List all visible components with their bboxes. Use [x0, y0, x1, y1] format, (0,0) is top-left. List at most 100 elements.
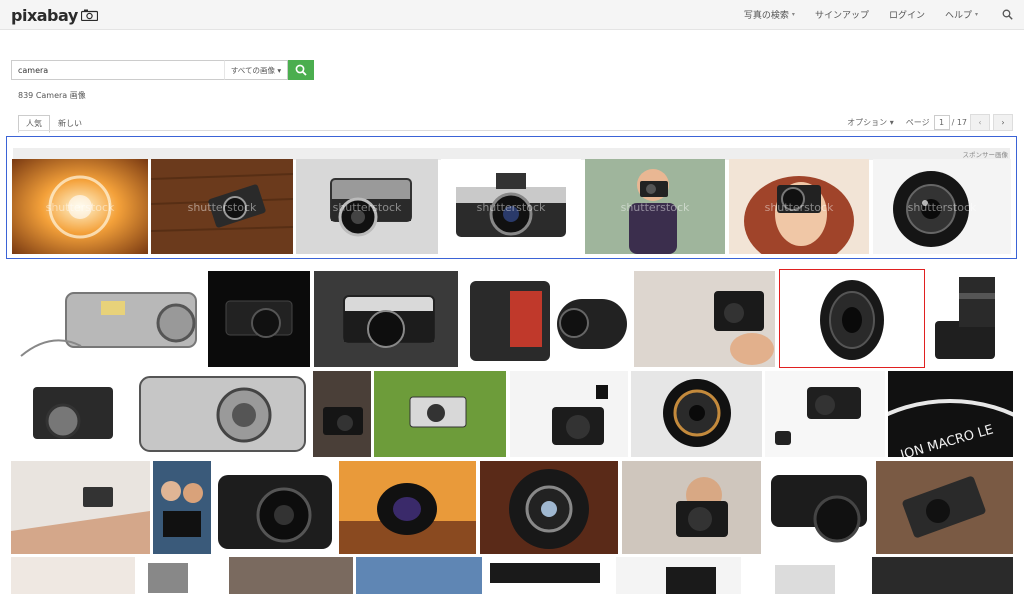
- camera-logo-icon: [80, 9, 98, 21]
- lens-closeup-image: [780, 270, 924, 367]
- canon-dslr-image: [765, 461, 873, 554]
- result-image[interactable]: [11, 461, 150, 554]
- nav-photo-search[interactable]: 写真の検索 ▾: [734, 0, 805, 29]
- watermark-text: shutterstock: [45, 201, 115, 214]
- result-image[interactable]: ION MACRO LE: [888, 371, 1013, 457]
- result-image[interactable]: [634, 271, 775, 367]
- search-icon: [1002, 9, 1013, 20]
- watermark-text: shutterstock: [764, 201, 834, 214]
- result-image[interactable]: [153, 461, 211, 554]
- result-image[interactable]: [11, 271, 204, 367]
- result-image[interactable]: [374, 371, 506, 457]
- hand-camera-image: [634, 271, 775, 367]
- next-page-button[interactable]: ›: [993, 114, 1013, 131]
- result-image[interactable]: [765, 371, 885, 457]
- photographer-image: [622, 461, 761, 554]
- nav-help[interactable]: ヘルプ ▾: [935, 0, 988, 29]
- film-strip-image: [486, 557, 613, 594]
- result-image[interactable]: [138, 557, 225, 594]
- result-image[interactable]: [616, 557, 741, 594]
- watermark-text: shutterstock: [620, 201, 690, 214]
- watermark-text: shutterstock: [907, 201, 977, 214]
- lens-front-image: [480, 461, 618, 554]
- result-image[interactable]: [631, 371, 762, 457]
- sponsored-image[interactable]: shutterstock: [585, 159, 725, 254]
- result-image[interactable]: [214, 461, 336, 554]
- slr-on-white-image: [765, 371, 885, 457]
- image-type-select[interactable]: すべての画像 ▾: [224, 60, 288, 80]
- result-image[interactable]: [11, 371, 133, 457]
- folding-camera-image: [11, 371, 133, 457]
- dark-camera-image: [208, 271, 310, 367]
- page-number-input[interactable]: 1: [933, 115, 950, 130]
- woman-legs-camera-image: [11, 461, 150, 554]
- sponsored-image[interactable]: shutterstock: [12, 159, 148, 254]
- partial-image: [11, 557, 135, 594]
- chevron-left-icon: ‹: [978, 118, 982, 127]
- group-selfie-image: [153, 461, 211, 554]
- result-image[interactable]: [136, 371, 309, 457]
- logo-text: pixabay: [11, 5, 78, 25]
- result-image[interactable]: [745, 557, 869, 594]
- slr-and-cup-image: [510, 371, 628, 457]
- chevron-down-icon: ▾: [791, 11, 795, 18]
- result-image[interactable]: [872, 557, 1013, 594]
- page-total: / 17: [951, 118, 967, 127]
- sponsored-image[interactable]: shutterstock: [729, 159, 869, 254]
- top-bar: pixabay 写真の検索 ▾ サインアップ ログイン ヘルプ ▾: [0, 0, 1024, 30]
- sponsored-image[interactable]: shutterstock: [296, 159, 438, 254]
- result-image[interactable]: [313, 371, 371, 457]
- result-image[interactable]: [314, 271, 458, 367]
- partial-image: [745, 557, 869, 594]
- page-label: ページ: [905, 118, 930, 127]
- chevron-down-icon: ▾: [974, 11, 978, 18]
- result-image[interactable]: [510, 371, 628, 457]
- options-dropdown[interactable]: オプション ▾: [847, 117, 894, 128]
- search-bar: すべての画像 ▾: [11, 60, 314, 80]
- result-image[interactable]: [356, 557, 482, 594]
- search-icon: [295, 64, 307, 76]
- result-image[interactable]: [486, 557, 613, 594]
- sponsored-image[interactable]: shutterstock: [151, 159, 293, 254]
- nav-photo-search-label: 写真の検索: [743, 11, 789, 21]
- result-image[interactable]: [876, 461, 1013, 554]
- result-image[interactable]: [208, 271, 310, 367]
- silver-point-and-shoot-image: [136, 371, 309, 457]
- result-image[interactable]: [339, 461, 476, 554]
- nav-login-label: ログイン: [888, 11, 925, 21]
- result-image[interactable]: [765, 461, 873, 554]
- watermark-text: shutterstock: [476, 201, 546, 214]
- sponsored-image[interactable]: shutterstock: [441, 159, 581, 254]
- result-image[interactable]: [229, 557, 353, 594]
- camera-with-lens-image: [929, 271, 1013, 367]
- camera-on-table-image: [876, 461, 1013, 554]
- partial-image: [616, 557, 741, 594]
- result-image-selected[interactable]: [779, 269, 925, 368]
- result-image[interactable]: [480, 461, 618, 554]
- search-submit-button[interactable]: [288, 60, 314, 80]
- result-image[interactable]: [622, 461, 761, 554]
- partial-image: [872, 557, 1013, 594]
- partial-image: [138, 557, 225, 594]
- chevron-right-icon: ›: [1001, 118, 1005, 127]
- compact-camera-silver-image: [11, 271, 204, 367]
- nav-login[interactable]: ログイン: [879, 0, 935, 29]
- main-nav: 写真の検索 ▾ サインアップ ログイン ヘルプ ▾: [734, 0, 1024, 29]
- sponsored-images: スポンサー画像 shutterstock shutterstock shutte…: [6, 136, 1017, 259]
- prev-page-button[interactable]: ‹: [970, 114, 990, 131]
- pixabay-logo[interactable]: pixabay: [11, 5, 98, 25]
- mirrorless-camera-image: [314, 271, 458, 367]
- result-image[interactable]: [11, 557, 135, 594]
- nikon-camera-image: [462, 271, 631, 367]
- sponsor-label: スポンサー画像: [962, 151, 1009, 159]
- result-image[interactable]: [929, 271, 1013, 367]
- nav-signup[interactable]: サインアップ: [805, 0, 879, 29]
- watermark-text: shutterstock: [187, 201, 257, 214]
- header-search-button[interactable]: [988, 0, 1024, 29]
- result-image[interactable]: [462, 271, 631, 367]
- search-input[interactable]: [11, 60, 224, 80]
- grass-camera-image: [374, 371, 506, 457]
- sponsored-image[interactable]: shutterstock: [873, 159, 1011, 254]
- partial-image: [356, 557, 482, 594]
- black-dslr-image: [214, 461, 336, 554]
